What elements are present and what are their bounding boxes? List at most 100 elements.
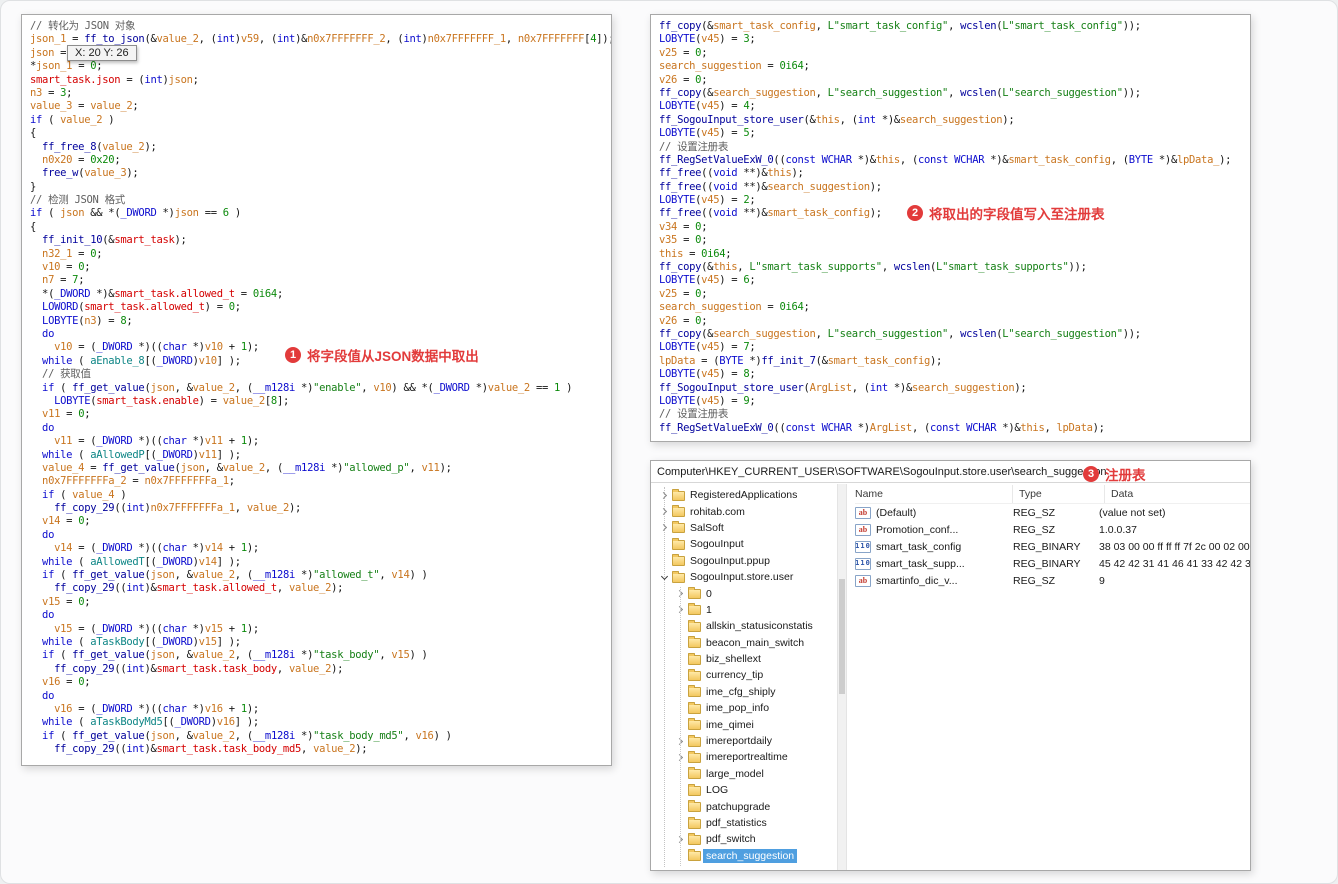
tree-item-LOG[interactable]: LOG	[651, 782, 837, 798]
annotation-2: 2 将取出的字段值写入至注册表	[907, 203, 1105, 223]
tree-item-label: SogouInput	[690, 538, 744, 551]
registry-value-row[interactable]: ab Promotion_conf... REG_SZ 1.0.0.37	[855, 521, 1250, 538]
tree-item-SogouInput[interactable]: SogouInput	[651, 536, 837, 552]
tree-item-0[interactable]: 0	[651, 585, 837, 601]
tree-item-label: LOG	[706, 784, 729, 797]
chevron-down-icon[interactable]	[657, 570, 671, 584]
column-header-data[interactable]: Data	[1111, 485, 1244, 503]
tree-item-SalSoft[interactable]: SalSoft	[651, 520, 837, 536]
code-line: ff_copy(&search_suggestion, L"search_sug…	[659, 327, 1141, 340]
registry-value-row[interactable]: 110 smart_task_supp... REG_BINARY 45 42 42 …	[855, 555, 1250, 572]
tree-item-SogouInput.ppup[interactable]: SogouInput.ppup	[651, 553, 837, 569]
chevron-right-icon[interactable]	[673, 587, 687, 601]
code-line: search_suggestion = 0i64;	[659, 60, 810, 73]
tree-item-rohitab.com[interactable]: rohitab.com	[651, 503, 837, 519]
code-line: v11 = 0;	[42, 408, 91, 421]
tree-item-label: 0	[706, 587, 712, 600]
tree-item-biz_shellext[interactable]: biz_shellext	[651, 651, 837, 667]
folder-icon	[688, 668, 701, 681]
folder-icon	[688, 603, 701, 616]
code-line: if ( ff_get_value(json, &value_2, (__m12…	[42, 381, 573, 394]
folder-icon	[688, 783, 701, 796]
tree-item-large_model[interactable]: large_model	[651, 766, 837, 782]
code-line: LOBYTE(v45) = 5;	[659, 127, 756, 140]
code-line: do	[42, 421, 55, 434]
tree-item-label: patchupgrade	[706, 800, 771, 813]
tree-item-pdf_switch[interactable]: pdf_switch	[651, 831, 837, 847]
registry-value-row[interactable]: ab (Default) REG_SZ (value not set)	[855, 504, 1250, 521]
chevron-placeholder	[673, 636, 687, 650]
value-type: REG_SZ	[1013, 574, 1056, 587]
tree-item-patchupgrade[interactable]: patchupgrade	[651, 798, 837, 814]
tree-item-ime_qimei[interactable]: ime_qimei	[651, 716, 837, 732]
chevron-placeholder	[673, 800, 687, 814]
code-line: search_suggestion = 0i64;	[659, 301, 810, 314]
tree-item-RegisteredApplications[interactable]: RegisteredApplications	[651, 487, 837, 503]
column-header-name[interactable]: Name	[855, 485, 1013, 503]
chevron-placeholder	[673, 619, 687, 633]
chevron-placeholder	[657, 537, 671, 551]
pseudocode-json-extract: // 转化为 JSON 对象 json_1 = ff_to_json(&value…	[22, 15, 611, 761]
code-line: ff_free((void **)&search_suggestion);	[659, 180, 882, 193]
folder-icon	[688, 701, 701, 714]
value-name: smart_task_config	[876, 540, 962, 553]
tree-item-ime_pop_info[interactable]: ime_pop_info	[651, 700, 837, 716]
value-data: 38 03 00 00 ff ff ff 7f 2c 00 02 00 02 0…	[1099, 540, 1250, 553]
code-line: n0x20 = 0x20;	[42, 153, 121, 166]
code-line: if ( json && *(_DWORD *)json == 6 )	[30, 207, 241, 220]
annotation-3: 3 注册表	[1083, 464, 1146, 484]
folder-icon	[672, 537, 685, 550]
code-line: while ( aAllowedT[(_DWORD)v14] );	[42, 555, 241, 568]
tree-item-currency_tip[interactable]: currency_tip	[651, 667, 837, 683]
code-line: smart_task.json = (int)json;	[30, 73, 199, 86]
chevron-right-icon[interactable]	[673, 832, 687, 846]
chevron-right-icon[interactable]	[673, 603, 687, 617]
code-line: n32_1 = 0;	[42, 247, 103, 260]
code-line: *json_1 = 0;	[30, 60, 103, 73]
chevron-right-icon[interactable]	[673, 750, 687, 764]
tree-item-pdf_statistics[interactable]: pdf_statistics	[651, 815, 837, 831]
tree-item-label: pdf_switch	[706, 833, 756, 846]
code-line: while ( aAllowedP[(_DWORD)v11] );	[42, 448, 241, 461]
code-line: LOBYTE(v45) = 3;	[659, 33, 756, 46]
folder-icon	[672, 488, 685, 501]
tree-item-1[interactable]: 1	[651, 602, 837, 618]
tree-item-imereportrealtime[interactable]: imereportrealtime	[651, 749, 837, 765]
code-line: LOBYTE(smart_task.enable) = value_2[8];	[54, 394, 289, 407]
tree-scrollbar-thumb[interactable]	[839, 579, 845, 694]
chevron-right-icon[interactable]	[657, 521, 671, 535]
code-line: v25 = 0;	[659, 46, 708, 59]
registry-value-row[interactable]: ab smartinfo_dic_v... REG_SZ 9	[855, 572, 1250, 589]
chevron-right-icon[interactable]	[673, 734, 687, 748]
code-line: v11 = (_DWORD *)((char *)v11 + 1);	[54, 435, 259, 448]
code-line: LOBYTE(v45) = 8;	[659, 368, 756, 381]
column-header-type[interactable]: Type	[1019, 485, 1105, 503]
tree-scrollbar[interactable]	[837, 484, 847, 870]
tree-item-search_suggestion[interactable]: search_suggestion	[651, 848, 837, 864]
code-line: v15 = (_DWORD *)((char *)v15 + 1);	[54, 622, 259, 635]
code-line: ff_free((void **)&this);	[659, 167, 804, 180]
tree-item-ime_cfg_shiply[interactable]: ime_cfg_shiply	[651, 684, 837, 700]
chevron-right-icon[interactable]	[657, 505, 671, 519]
value-type: REG_SZ	[1013, 506, 1056, 519]
registry-value-row[interactable]: 110 smart_task_config REG_BINARY 38 03 00 0…	[855, 538, 1250, 555]
tree-item-beacon_main_switch[interactable]: beacon_main_switch	[651, 635, 837, 651]
chevron-right-icon[interactable]	[657, 488, 671, 502]
registry-editor-panel: Computer\HKEY_CURRENT_USER\SOFTWARE\Sogo…	[650, 460, 1251, 871]
annotation-3-text: 注册表	[1105, 468, 1146, 483]
tree-item-allskin_statusiconstatis[interactable]: allskin_statusiconstatis	[651, 618, 837, 634]
value-list-header: Name Type Data	[855, 485, 1250, 504]
tree-item-imereportdaily[interactable]: imereportdaily	[651, 733, 837, 749]
reg-string-icon: ab	[855, 574, 871, 587]
code-line: ff_SogouInput_store_user(ArgList, (int *…	[659, 381, 1027, 394]
tree-item-SogouInput.store.user[interactable]: SogouInput.store.user	[651, 569, 837, 585]
code-line: if ( value_4 )	[42, 488, 127, 501]
folder-icon	[688, 849, 701, 862]
registry-address-bar[interactable]: Computer\HKEY_CURRENT_USER\SOFTWARE\Sogo…	[651, 461, 1250, 483]
reg-binary-icon: 110	[855, 540, 871, 553]
code-line: ff_init_10(&smart_task);	[42, 234, 187, 247]
tree-item-label: ime_qimei	[706, 718, 754, 731]
tree-item-label: imereportdaily	[706, 735, 772, 748]
code-line: if ( ff_get_value(json, &value_2, (__m12…	[42, 649, 428, 662]
chevron-placeholder	[673, 718, 687, 732]
